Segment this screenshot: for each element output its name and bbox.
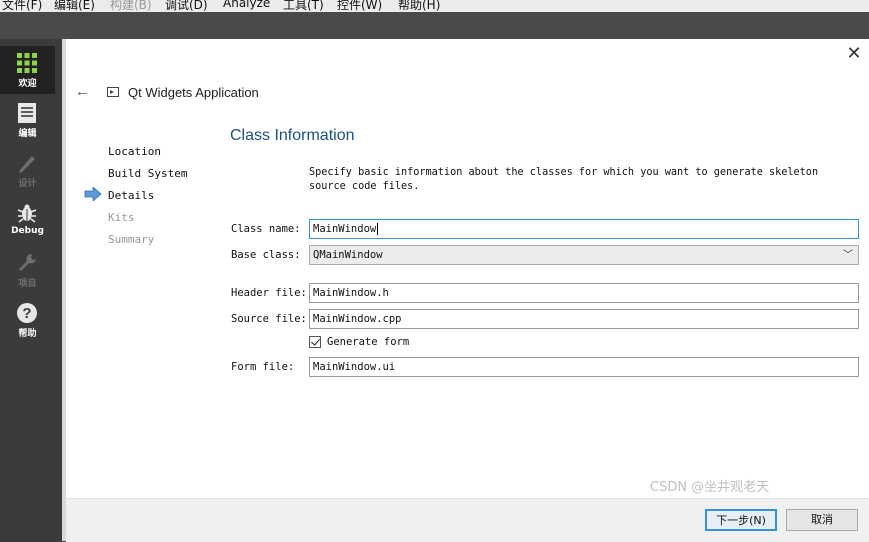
class-name-label: Class name:	[231, 223, 301, 235]
toolbar-strip	[0, 12, 869, 39]
help-icon: ?	[17, 303, 37, 323]
mode-design-label: 设计	[18, 179, 37, 189]
current-step-arrow-icon	[84, 187, 102, 201]
step-location: Location	[108, 145, 161, 158]
pencil-icon	[19, 156, 35, 173]
class-name-input[interactable]: MainWindow	[309, 219, 859, 239]
chevron-down-icon: ﹀	[843, 250, 853, 261]
bug-icon	[17, 204, 37, 223]
dialog-footer: 下一步(N) 取消	[66, 498, 869, 542]
mode-help-label: 帮助	[18, 329, 37, 339]
back-arrow-icon[interactable]: ←	[75, 83, 90, 100]
wizard-title: Qt Widgets Application	[128, 85, 259, 100]
source-file-value: MainWindow.cpp	[313, 313, 402, 325]
generate-form-label[interactable]: Generate form	[327, 336, 409, 348]
svg-text:?: ?	[22, 305, 31, 322]
step-details: Details	[108, 189, 155, 202]
application-icon	[107, 87, 119, 97]
cancel-button[interactable]: 取消	[786, 509, 858, 531]
document-icon	[18, 103, 36, 123]
mode-help[interactable]: ? 帮助	[0, 296, 55, 344]
menu-debug[interactable]: 调试(D)	[165, 0, 208, 12]
header-file-label: Header file:	[231, 287, 307, 299]
form-file-label: Form file:	[231, 361, 295, 373]
base-class-select[interactable]: QMainWindow ﹀	[309, 245, 859, 265]
mode-design[interactable]: 设计	[0, 146, 55, 194]
source-file-input[interactable]: MainWindow.cpp	[309, 309, 859, 329]
menu-build[interactable]: 构建(B)	[110, 0, 152, 12]
menu-tools[interactable]: 工具(T)	[283, 0, 324, 12]
menu-file[interactable]: 文件(F)	[2, 0, 42, 12]
wizard-dialog: ✕ ← Qt Widgets Application Location Buil…	[66, 39, 869, 542]
menu-help[interactable]: 帮助(H)	[398, 0, 440, 12]
step-summary: Summary	[108, 233, 155, 246]
mode-debug-label: Debug	[11, 226, 44, 236]
mode-welcome-label: 欢迎	[18, 79, 37, 89]
mode-sidebar: 欢迎 编辑 设计 Debug 项目 ? 帮助	[0, 39, 62, 541]
step-kits: Kits	[108, 211, 135, 224]
menu-edit[interactable]: 编辑(E)	[54, 0, 95, 12]
page-title: Class Information	[230, 127, 355, 144]
base-class-label: Base class:	[231, 249, 301, 261]
generate-form-checkbox[interactable]	[309, 336, 321, 348]
mode-welcome[interactable]: 欢迎	[0, 46, 55, 94]
text-caret	[377, 223, 379, 235]
next-button[interactable]: 下一步(N)	[705, 509, 777, 531]
menu-analyze[interactable]: Analyze	[223, 0, 270, 10]
form-file-input[interactable]: MainWindow.ui	[309, 357, 859, 377]
menubar: 文件(F) 编辑(E) 构建(B) 调试(D) Analyze 工具(T) 控件…	[0, 0, 869, 12]
menu-widgets[interactable]: 控件(W)	[337, 0, 382, 12]
close-icon[interactable]: ✕	[845, 44, 863, 62]
grid-icon	[17, 53, 37, 73]
base-class-value: QMainWindow	[313, 249, 383, 261]
class-name-value: MainWindow	[313, 223, 377, 235]
watermark: CSDN @坐井观老天	[650, 480, 770, 495]
page-description: Specify basic information about the clas…	[309, 167, 819, 192]
mode-projects[interactable]: 项目	[0, 246, 55, 294]
source-file-label: Source file:	[231, 313, 307, 325]
header-file-value: MainWindow.h	[313, 287, 389, 299]
wrench-icon	[19, 254, 36, 271]
mode-edit[interactable]: 编辑	[0, 96, 55, 144]
header-file-input[interactable]: MainWindow.h	[309, 283, 859, 303]
step-build-system: Build System	[108, 167, 188, 180]
mode-edit-label: 编辑	[18, 129, 37, 139]
mode-projects-label: 项目	[18, 279, 37, 289]
mode-debug[interactable]: Debug	[0, 196, 55, 244]
form-file-value: MainWindow.ui	[313, 361, 396, 373]
